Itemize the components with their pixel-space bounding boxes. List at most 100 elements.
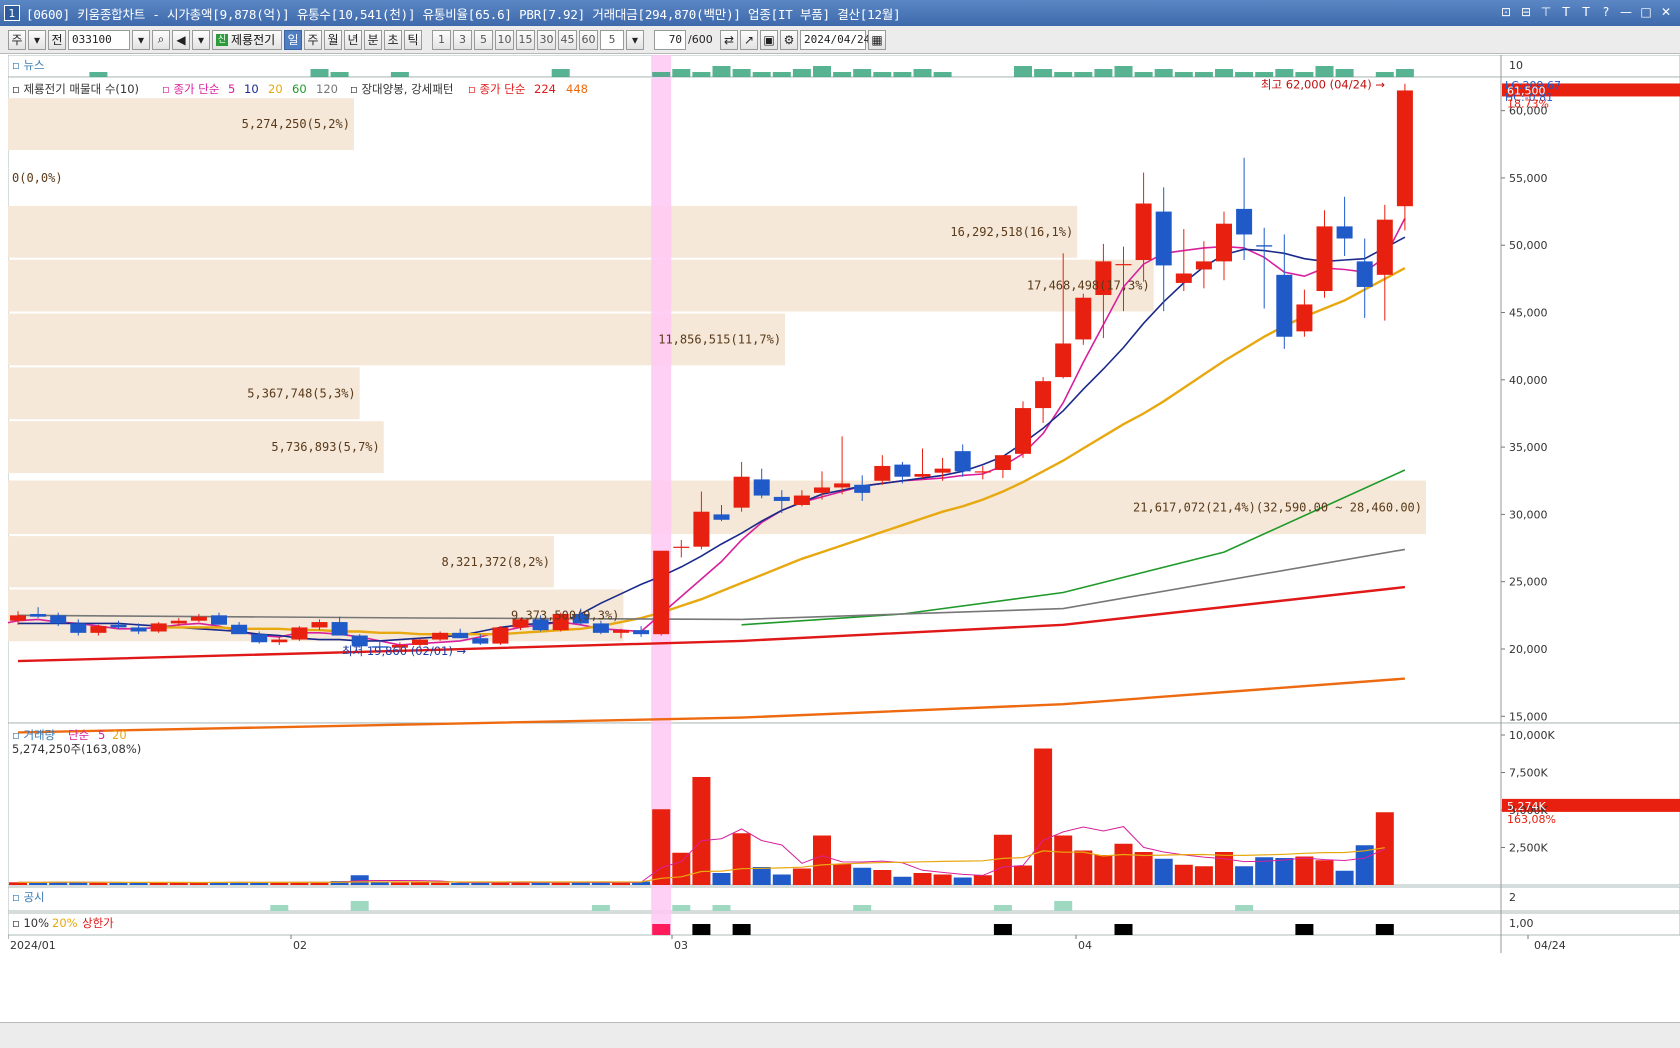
profile-label: 16,292,518(16,1%) [950, 225, 1073, 239]
all-button[interactable]: 전 [48, 29, 66, 50]
interval-dropdown-icon[interactable]: ▾ [626, 29, 644, 50]
volume-bar [390, 882, 409, 885]
period-tab-year[interactable]: 년 [344, 29, 362, 50]
candle-body [30, 613, 47, 617]
help-icon[interactable]: ? [1598, 4, 1614, 20]
panel-lim [8, 912, 1680, 936]
period-tab-week[interactable]: 주 [304, 29, 322, 50]
period-tab-day[interactable]: 일 [284, 29, 302, 50]
window-controls: ⊡ ⊟ ⊤ T T ? — □ ✕ [1498, 4, 1674, 20]
news-bar [89, 72, 108, 77]
chart-area[interactable]: 5,274,250(5,2%) 0(0,0%) 16,292,518(16,1%) 1… [8, 55, 1680, 1048]
news-bar [893, 72, 912, 77]
news-bar [1335, 69, 1354, 77]
volume-bar [1215, 852, 1233, 885]
dock-icon[interactable]: ⊟ [1518, 4, 1534, 20]
window-title: [0600] 키움종합차트 - 시가총액[9,878(억)] 유통수[10,54… [26, 6, 901, 22]
close-button[interactable]: ✕ [1658, 4, 1674, 20]
period-tab-tick[interactable]: 틱 [404, 29, 422, 50]
minimize-button[interactable]: — [1618, 4, 1634, 20]
range-input[interactable]: 70 [654, 29, 686, 50]
price-tick-label: 35,000 [1509, 441, 1548, 454]
disclosure-bar [350, 901, 369, 911]
gear-icon[interactable]: ⚙ [780, 29, 798, 50]
minute-option[interactable]: 5 [474, 29, 493, 50]
period-tab-month[interactable]: 월 [324, 29, 342, 50]
speaker-icon[interactable]: ◀ [172, 29, 190, 50]
candle-body [793, 495, 810, 505]
disclosure-bar [1054, 901, 1073, 911]
stock-code-input[interactable]: 033100 [68, 29, 130, 50]
minute-option[interactable]: 45 [558, 29, 577, 50]
save-icon[interactable]: ▣ [760, 29, 778, 50]
news-bar [551, 69, 570, 77]
candle-body [954, 451, 971, 472]
volume-bar [772, 874, 791, 885]
news-bar [712, 66, 731, 77]
volume-bar [1154, 858, 1173, 885]
date-input[interactable]: 2024/04/24 [800, 29, 870, 50]
minute-option[interactable]: 1 [432, 29, 451, 50]
volume-bar [853, 867, 872, 885]
calendar-icon[interactable]: ▦ [868, 29, 886, 50]
news-bar [1194, 72, 1213, 77]
volume-bar [1074, 850, 1093, 885]
chart-toolbar: 주 ▾ 전 033100 ▾ ⌕ ◀ ▾ 신 제룡전기 일 주 월 년 분 초 틱… [0, 26, 1680, 54]
news-bar [1154, 69, 1173, 77]
period-tab-second[interactable]: 초 [384, 29, 402, 50]
profile-label: 9,373,500(9,3%) [511, 608, 619, 622]
candle-body [1216, 223, 1232, 262]
volume-bar [1194, 866, 1213, 885]
profile-label: 5,367,748(5,3%) [247, 386, 355, 400]
chart-svg[interactable]: 5,274,250(5,2%) 0(0,0%) 16,292,518(16,1%) 1… [8, 55, 1680, 1022]
news-bar [1134, 72, 1153, 77]
candle-body [693, 511, 710, 547]
maximize-button[interactable]: □ [1638, 4, 1654, 20]
speaker-dropdown-icon[interactable]: ▾ [192, 29, 210, 50]
text-icon[interactable]: T [1578, 4, 1594, 20]
volume-tick-label: 10,000K [1509, 729, 1555, 742]
low-annotation: 최저 19,860 (02/01) → [342, 644, 466, 658]
pin-icon[interactable]: ⊤ [1538, 4, 1554, 20]
candle-body [70, 623, 87, 633]
type-select[interactable]: 주 [8, 29, 26, 50]
volume-tick-label: 2,500K [1509, 842, 1548, 855]
line-tool-icon[interactable]: ↗ [740, 29, 758, 50]
candle-body [1035, 381, 1052, 409]
interval-input[interactable]: 5 [600, 29, 624, 50]
minute-option[interactable]: 3 [453, 29, 472, 50]
volume-bar [551, 882, 570, 885]
profile-legend: ▫ 제룡전기 매물대 수(10) [12, 82, 139, 96]
news-bar [310, 69, 329, 77]
stock-name-button[interactable]: 신 제룡전기 [212, 29, 282, 50]
candle-body [1015, 408, 1031, 454]
minute-option[interactable]: 30 [537, 29, 556, 50]
limit-marker [1375, 924, 1394, 935]
candle-body [1135, 203, 1152, 261]
candle-body [331, 622, 348, 636]
period-tab-minute[interactable]: 분 [364, 29, 382, 50]
font-icon[interactable]: T [1558, 4, 1574, 20]
tile-icon[interactable]: ⊡ [1498, 4, 1514, 20]
type-dropdown-icon[interactable]: ▾ [28, 29, 46, 50]
news-bar [933, 72, 952, 77]
candle-body [1276, 274, 1293, 337]
crosshair-icon[interactable]: ⇄ [720, 29, 738, 50]
volume-bar [1335, 870, 1354, 885]
volume-bar [792, 868, 811, 885]
minute-option[interactable]: 10 [495, 29, 514, 50]
candle-body [1316, 226, 1333, 291]
minute-option[interactable]: 15 [516, 29, 535, 50]
candle-body [733, 476, 750, 508]
breakout-highlight [651, 55, 672, 935]
candle-body [834, 483, 851, 488]
volume-bar [953, 877, 972, 885]
search-icon[interactable]: ⌕ [152, 29, 170, 50]
scroll-bar[interactable] [0, 1022, 1680, 1048]
candle-body [994, 455, 1011, 470]
minute-option[interactable]: 60 [579, 29, 598, 50]
code-dropdown-icon[interactable]: ▾ [132, 29, 150, 50]
window-title-bar: 1 [0600] 키움종합차트 - 시가총액[9,878(억)] 유통수[10,… [0, 0, 1680, 26]
profile-bar [8, 259, 1154, 312]
candle-body [231, 624, 248, 635]
